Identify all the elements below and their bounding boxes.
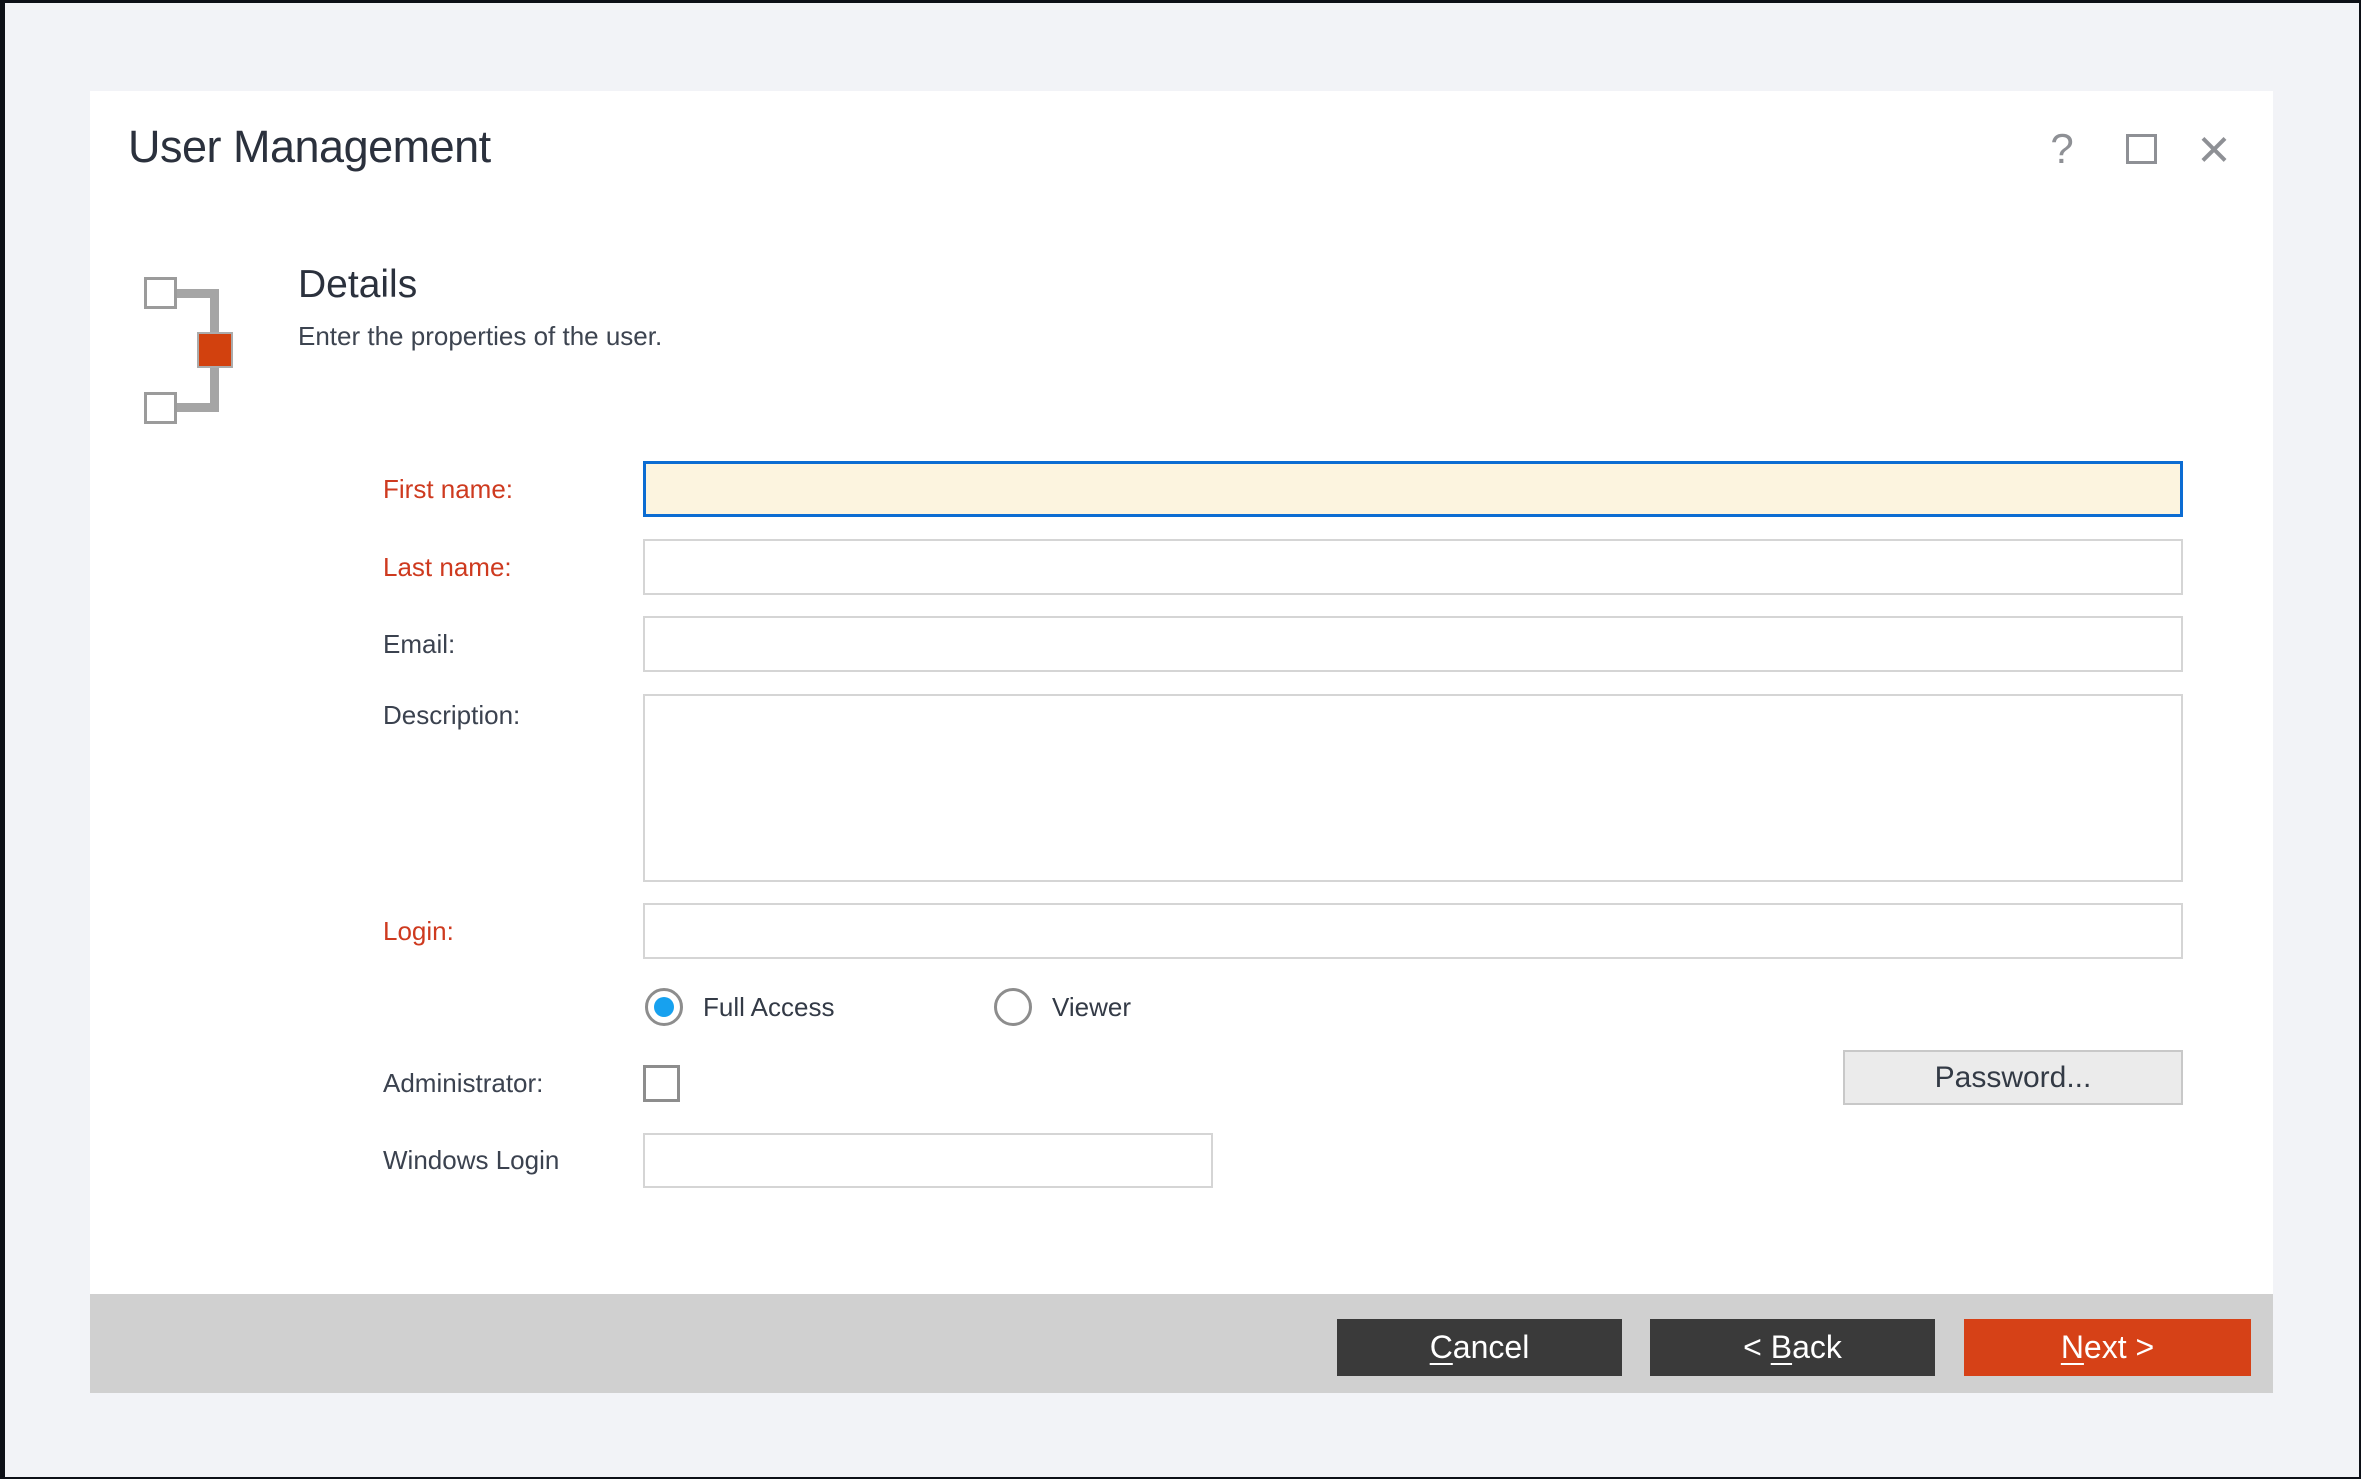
radio-button-icon: [994, 988, 1032, 1026]
next-label-key: N: [2061, 1329, 2084, 1366]
window-title: User Management: [128, 121, 491, 173]
radio-full-access-label: Full Access: [703, 992, 835, 1023]
administrator-label: Administrator:: [383, 1067, 543, 1099]
first-name-input[interactable]: [643, 461, 2183, 517]
back-label-key: B: [1771, 1329, 1792, 1366]
windows-login-input[interactable]: [643, 1133, 1213, 1188]
login-input[interactable]: [643, 903, 2183, 959]
back-button[interactable]: < Back: [1650, 1319, 1935, 1376]
help-button[interactable]: ?: [2032, 119, 2092, 179]
next-label-suffix: ext >: [2084, 1329, 2154, 1366]
description-label: Description:: [383, 699, 520, 731]
cancel-label-key: C: [1430, 1329, 1453, 1366]
back-label-suffix: ack: [1792, 1329, 1842, 1366]
administrator-checkbox[interactable]: [643, 1065, 680, 1102]
radio-viewer[interactable]: Viewer: [994, 988, 1131, 1026]
maximize-icon: [2126, 134, 2157, 164]
wizard-step-square: [144, 392, 177, 424]
wizard-connector-line: [177, 403, 219, 412]
back-label-prefix: <: [1743, 1329, 1771, 1366]
description-textarea[interactable]: [643, 694, 2183, 882]
close-icon: ×: [2198, 121, 2231, 177]
radio-button-icon: [645, 988, 683, 1026]
password-button[interactable]: Password...: [1843, 1050, 2183, 1105]
help-icon: ?: [2050, 125, 2073, 173]
login-label: Login:: [383, 915, 454, 947]
windows-login-label: Windows Login: [383, 1144, 559, 1176]
last-name-input[interactable]: [643, 539, 2183, 595]
last-name-label: Last name:: [383, 551, 512, 583]
step-title: Details: [298, 263, 417, 307]
radio-viewer-label: Viewer: [1052, 992, 1131, 1023]
next-button[interactable]: Next >: [1964, 1319, 2251, 1376]
radio-full-access[interactable]: Full Access: [645, 988, 835, 1026]
cancel-button[interactable]: Cancel: [1337, 1319, 1622, 1376]
wizard-step-square: [144, 277, 177, 309]
wizard-steps-icon: [144, 277, 244, 427]
button-bar: Cancel < Back Next >: [90, 1294, 2273, 1393]
email-label: Email:: [383, 628, 455, 660]
first-name-label: First name:: [383, 473, 513, 505]
close-button[interactable]: ×: [2184, 119, 2244, 179]
step-subtitle: Enter the properties of the user.: [298, 321, 662, 352]
password-button-label: Password...: [1935, 1061, 2092, 1095]
email-input[interactable]: [643, 616, 2183, 672]
user-management-dialog: User Management ? × Details Enter the pr…: [90, 91, 2273, 1393]
cancel-label-suffix: ancel: [1453, 1329, 1530, 1366]
maximize-button[interactable]: [2111, 119, 2171, 179]
wizard-current-step-square: [197, 332, 233, 368]
